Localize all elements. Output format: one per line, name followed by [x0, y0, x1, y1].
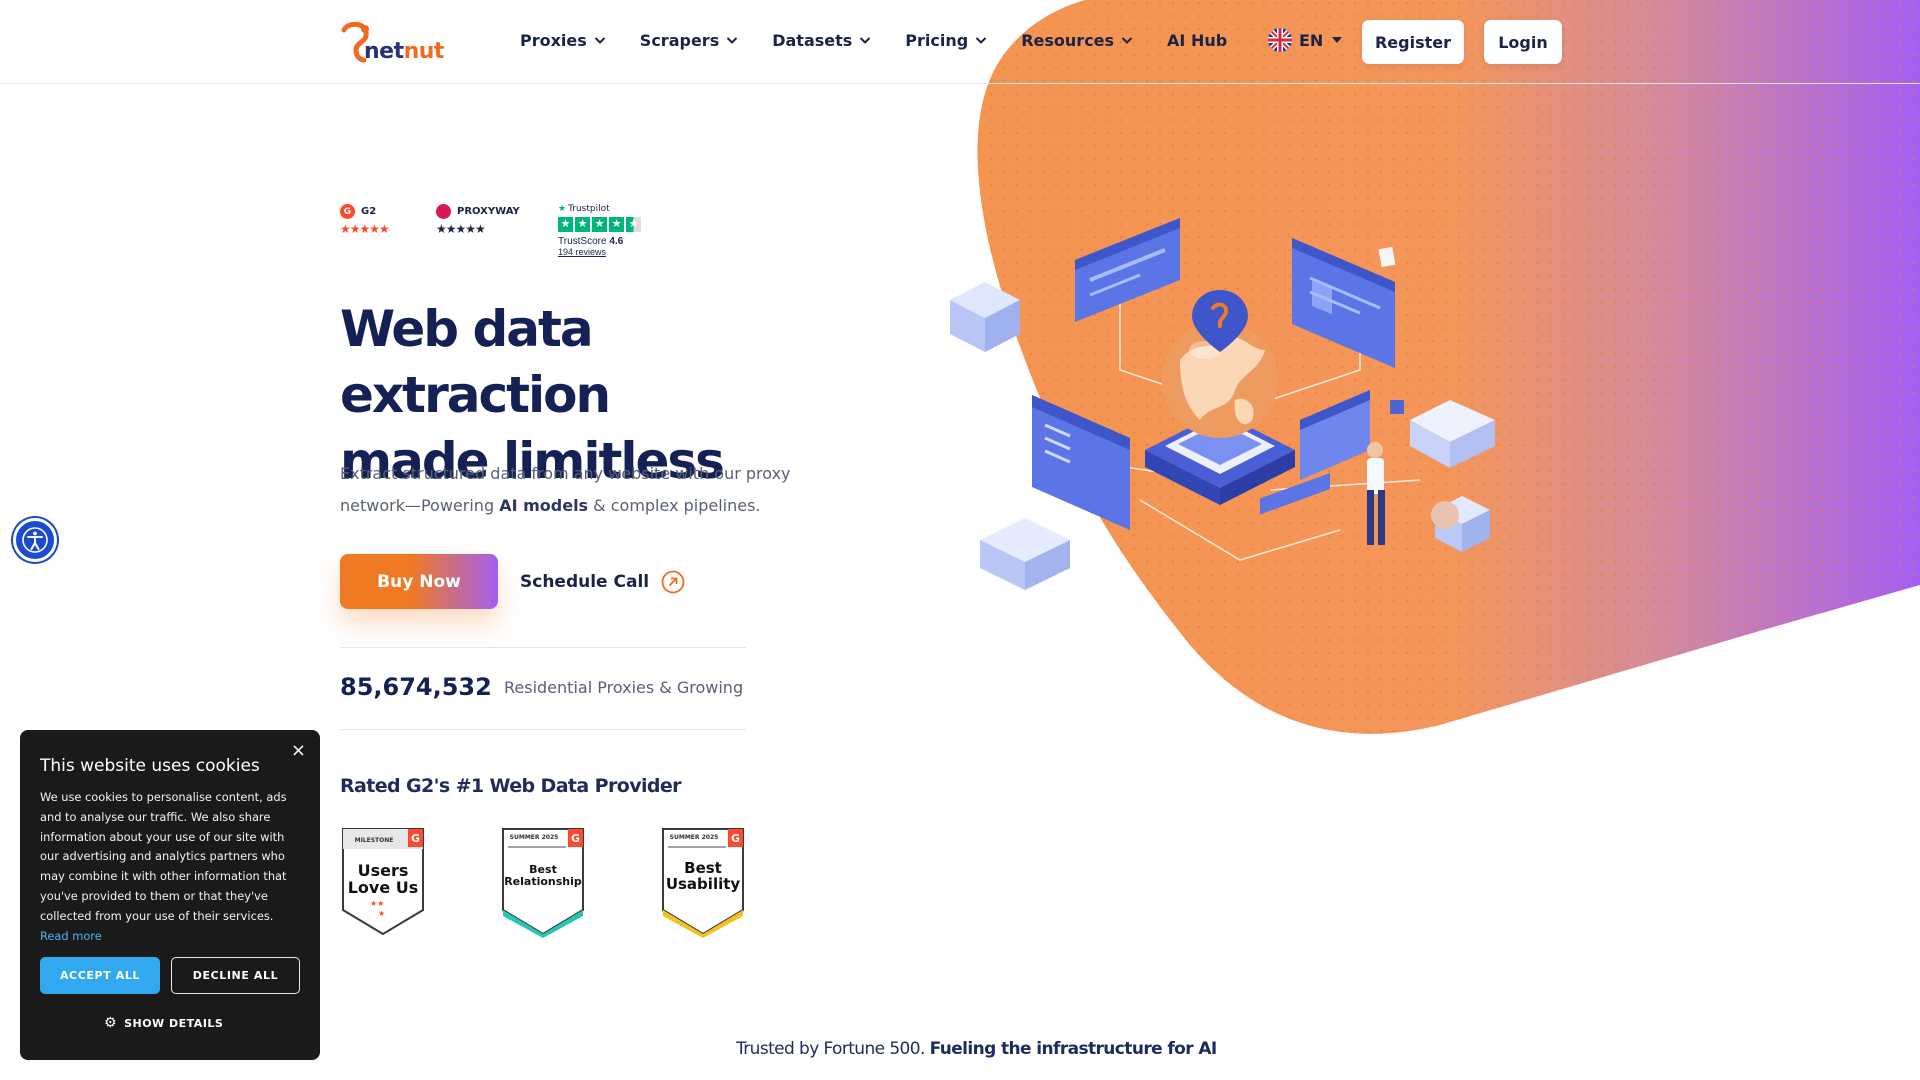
accessibility-icon	[22, 527, 48, 553]
trustscore: TrustScore 4.6	[558, 236, 641, 247]
chevron-down-icon	[860, 37, 871, 44]
awards-heading: Rated G2's #1 Web Data Provider	[340, 775, 682, 797]
chevron-down-icon	[594, 37, 606, 44]
hero-isometric-illustration	[950, 218, 1495, 590]
svg-text:★★: ★★	[370, 899, 384, 908]
decline-all-button[interactable]: DECLINE ALL	[171, 957, 300, 994]
g2-badge-users-love-us: G ★★ ★ MILESTONE Users Love Us	[340, 826, 426, 936]
close-icon[interactable]: ×	[291, 740, 306, 761]
proxyway-label: PROXYWAY	[457, 206, 520, 217]
uk-flag-icon	[1268, 28, 1292, 52]
badge-title: Best Relationship	[500, 864, 586, 888]
svg-text:★: ★	[378, 909, 385, 918]
svg-text:G: G	[411, 832, 420, 845]
logo-text-net: net	[364, 39, 404, 64]
nav-item-scrapers[interactable]: Scrapers	[640, 26, 738, 54]
divider	[340, 647, 746, 648]
badge-top-label: MILESTONE	[354, 837, 394, 844]
badge-title-line-2: Love Us	[347, 878, 419, 897]
badge-title-line-1: Best	[684, 859, 722, 877]
badge-top-label: SUMMER 2025	[669, 834, 719, 841]
netnut-logo[interactable]: netnut	[338, 20, 444, 64]
badge-title: Best Usability	[660, 860, 746, 892]
nav-item-ai-hub[interactable]: AI Hub	[1167, 26, 1227, 54]
trusted-bold: Fueling the infrastructure for AI	[929, 1039, 1218, 1059]
trustpilot-rating[interactable]: ★ Trustpilot ★ ★ ★ ★ ★ TrustScore 4.6 194…	[558, 204, 641, 257]
show-details-label: SHOW DETAILS	[124, 1016, 224, 1030]
chevron-down-icon	[727, 37, 738, 44]
badge-title-line-2: Usability	[665, 875, 741, 893]
gear-icon: ⚙	[104, 1015, 118, 1031]
g2-badge-best-usability: G SUMMER 2025 Best Usability	[660, 826, 746, 938]
nav-item-label: Pricing	[905, 30, 969, 50]
site-header: netnut Proxies Scrapers Datasets Pricing…	[0, 0, 1920, 84]
nav-item-label: Datasets	[772, 30, 853, 50]
star-icon: ★	[609, 217, 624, 232]
badge-title: Users Love Us	[340, 862, 426, 896]
trustpilot-star-icon: ★	[558, 204, 567, 214]
login-button[interactable]: Login	[1484, 20, 1562, 64]
half-star-icon: ★	[626, 217, 641, 232]
logo-text-nut: nut	[403, 39, 445, 64]
hero-subtext: Extract structured data from any website…	[340, 458, 810, 522]
badge-title-line-1: Users	[357, 861, 409, 880]
nav-item-label: AI Hub	[1167, 30, 1228, 50]
g2-badge-best-relationship: G SUMMER 2025 Best Relationship	[500, 826, 586, 938]
proxy-count: 85,674,532	[340, 673, 492, 701]
trustpilot-label: Trustpilot	[568, 204, 610, 214]
g2-label: G2	[361, 206, 377, 217]
arrow-up-right-circle-icon	[661, 570, 685, 594]
trustscore-value: 4.6	[609, 236, 624, 247]
accessibility-button[interactable]	[13, 518, 57, 562]
nav-item-label: Resources	[1021, 30, 1115, 50]
star-icon: ★	[558, 217, 573, 232]
register-button[interactable]: Register	[1362, 20, 1464, 64]
trustpilot-reviews-link[interactable]: 194 reviews	[558, 247, 641, 257]
nav-item-label: Scrapers	[639, 30, 720, 50]
language-selector[interactable]: EN	[1268, 26, 1343, 54]
caret-down-icon	[1332, 37, 1343, 43]
trustpilot-stars: ★ ★ ★ ★ ★	[558, 217, 641, 232]
badge-top-label: SUMMER 2025	[509, 834, 559, 841]
cookie-banner: × This website uses cookies We use cooki…	[20, 730, 320, 1060]
divider	[340, 729, 746, 730]
schedule-call-button[interactable]: Schedule Call	[520, 566, 685, 598]
proxyway-rating[interactable]: PROXYWAY ★★★★★	[436, 204, 520, 236]
cookie-title: This website uses cookies	[40, 756, 260, 776]
g2-stars: ★★★★★	[340, 222, 390, 236]
star-icon: ★	[575, 217, 590, 232]
nav-item-datasets[interactable]: Datasets	[772, 26, 871, 54]
schedule-call-label: Schedule Call	[520, 572, 650, 592]
proxy-count-label: Residential Proxies & Growing	[504, 678, 744, 697]
trusted-by-tagline: Trusted by Fortune 500. Fueling the infr…	[736, 1039, 1217, 1059]
badge-title-line-2: Relationship	[504, 875, 582, 888]
nav-item-label: Proxies	[520, 30, 587, 50]
trustscore-label: TrustScore	[558, 236, 607, 247]
subtext-part-2: & complex pipelines.	[588, 496, 761, 515]
accept-all-button[interactable]: ACCEPT ALL	[40, 957, 160, 994]
headline-line-1: Web data extraction	[340, 300, 611, 424]
main-navigation: Proxies Scrapers Datasets Pricing Resour…	[520, 26, 1261, 54]
g2-rating[interactable]: G G2 ★★★★★	[340, 204, 390, 236]
proxyway-logo-icon	[436, 204, 451, 219]
svg-text:G: G	[571, 832, 580, 845]
show-details-button[interactable]: ⚙ SHOW DETAILS	[104, 1015, 223, 1031]
subtext-bold: AI models	[499, 496, 589, 515]
g2-logo-icon: G	[340, 204, 355, 219]
chevron-down-icon	[976, 37, 987, 44]
language-label: EN	[1299, 30, 1324, 50]
nav-item-proxies[interactable]: Proxies	[520, 26, 606, 54]
nav-item-resources[interactable]: Resources	[1021, 26, 1133, 54]
cookie-body: We use cookies to personalise content, a…	[40, 790, 287, 923]
cookie-text: We use cookies to personalise content, a…	[40, 788, 304, 946]
star-icon: ★	[592, 217, 607, 232]
nav-item-pricing[interactable]: Pricing	[905, 26, 987, 54]
trusted-plain: Trusted by Fortune 500.	[736, 1039, 930, 1059]
proxyway-stars: ★★★★★	[436, 222, 486, 236]
chevron-down-icon	[1121, 37, 1133, 44]
read-more-link[interactable]: Read more	[40, 927, 304, 947]
buy-now-button[interactable]: Buy Now	[340, 554, 498, 609]
svg-text:G: G	[731, 832, 740, 845]
